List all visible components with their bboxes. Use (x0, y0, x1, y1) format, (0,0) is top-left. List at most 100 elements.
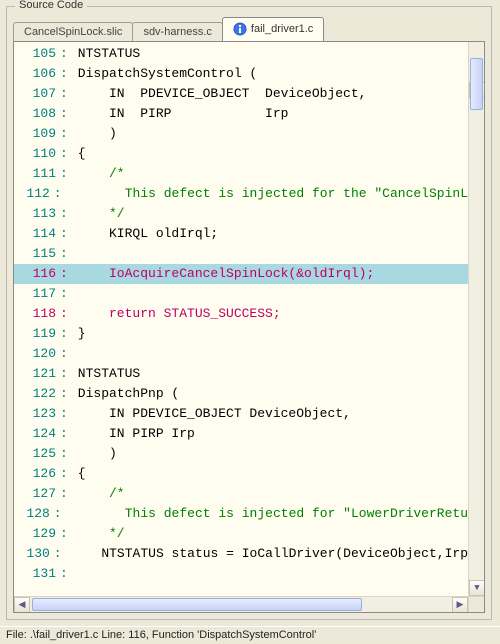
line-text: /* (70, 164, 125, 184)
line-colon: : (60, 424, 70, 444)
line-text: NTSTATUS status = IoCallDriver(DeviceObj… (62, 544, 468, 564)
line-number: 125 (14, 444, 60, 464)
line-colon: : (60, 524, 70, 544)
line-colon: : (54, 544, 63, 564)
tab-sdv-harness[interactable]: sdv-harness.c (132, 22, 222, 42)
scroll-down-arrow-icon[interactable]: ▼ (469, 580, 484, 596)
vertical-scroll-thumb[interactable] (470, 58, 483, 110)
code-line[interactable]: 107: IN PDEVICE_OBJECT DeviceObject, (14, 84, 468, 104)
scroll-right-arrow-icon[interactable]: ▶ (452, 597, 468, 612)
line-colon: : (60, 64, 70, 84)
code-line[interactable]: 108: IN PIRP Irp (14, 104, 468, 124)
code-line[interactable]: 113: */ (14, 204, 468, 224)
line-number: 117 (14, 284, 60, 304)
line-colon: : (60, 484, 70, 504)
line-text: This defect is injected for the "CancelS… (62, 184, 468, 204)
line-colon: : (60, 104, 70, 124)
code-area: 105: NTSTATUS106: DispatchSystemControl … (13, 41, 485, 613)
code-line[interactable]: 105: NTSTATUS (14, 44, 468, 64)
line-colon: : (60, 44, 70, 64)
code-line[interactable]: 120: (14, 344, 468, 364)
code-line[interactable]: 112: This defect is injected for the "Ca… (14, 184, 468, 204)
horizontal-scroll-track[interactable] (30, 597, 452, 612)
code-line[interactable]: 116: IoAcquireCancelSpinLock(&oldIrql); (14, 264, 468, 284)
line-number: 108 (14, 104, 60, 124)
line-number: 118 (14, 304, 60, 324)
line-colon: : (60, 224, 70, 244)
line-colon: : (54, 184, 63, 204)
status-bar: File: .\fail_driver1.c Line: 116, Functi… (0, 626, 500, 644)
line-number: 106 (14, 64, 60, 84)
line-text (70, 284, 78, 304)
code-line[interactable]: 118: return STATUS_SUCCESS; (14, 304, 468, 324)
code-line[interactable]: 114: KIRQL oldIrql; (14, 224, 468, 244)
line-number: 119 (14, 324, 60, 344)
horizontal-scroll-thumb[interactable] (32, 598, 362, 611)
code-line[interactable]: 109: ) (14, 124, 468, 144)
tab-strip: CancelSpinLock.slic sdv-harness.c fail_d… (7, 7, 491, 41)
line-colon: : (60, 564, 70, 584)
line-colon: : (60, 264, 70, 284)
line-colon: : (60, 164, 70, 184)
line-colon: : (60, 464, 70, 484)
line-text: IN PIRP Irp (70, 424, 195, 444)
code-line[interactable]: 127: /* (14, 484, 468, 504)
line-number: 112 (14, 184, 54, 204)
line-text: /* (70, 484, 125, 504)
code-line[interactable]: 115: (14, 244, 468, 264)
code-line[interactable]: 128: This defect is injected for "LowerD… (14, 504, 468, 524)
line-number: 126 (14, 464, 60, 484)
line-number: 107 (14, 84, 60, 104)
line-colon: : (60, 444, 70, 464)
line-number: 123 (14, 404, 60, 424)
line-text: NTSTATUS (70, 364, 140, 384)
code-line[interactable]: 121: NTSTATUS (14, 364, 468, 384)
line-text (70, 244, 78, 264)
code-line[interactable]: 130: NTSTATUS status = IoCallDriver(Devi… (14, 544, 468, 564)
line-colon: : (60, 284, 70, 304)
line-text: */ (70, 524, 125, 544)
panel-title: Source Code (15, 0, 87, 11)
line-text: IoAcquireCancelSpinLock(&oldIrql); (70, 264, 374, 284)
tab-fail-driver1[interactable]: fail_driver1.c (222, 17, 324, 41)
tab-cancelspinlock[interactable]: CancelSpinLock.slic (13, 22, 133, 42)
code-line[interactable]: 122: DispatchPnp ( (14, 384, 468, 404)
scroll-left-arrow-icon[interactable]: ◀ (14, 597, 30, 612)
line-colon: : (60, 84, 70, 104)
code-line[interactable]: 117: (14, 284, 468, 304)
code-line[interactable]: 106: DispatchSystemControl ( (14, 64, 468, 84)
code-line[interactable]: 126: { (14, 464, 468, 484)
vertical-scroll-track[interactable] (469, 58, 484, 580)
code-line[interactable]: 131: (14, 564, 468, 584)
line-text: This defect is injected for "LowerDriver… (62, 504, 468, 524)
line-number: 129 (14, 524, 60, 544)
line-colon: : (60, 204, 70, 224)
code-line[interactable]: 129: */ (14, 524, 468, 544)
code-viewport[interactable]: 105: NTSTATUS106: DispatchSystemControl … (14, 42, 484, 612)
code-line[interactable]: 125: ) (14, 444, 468, 464)
scroll-corner (468, 596, 484, 612)
line-text: { (70, 464, 86, 484)
code-line[interactable]: 123: IN PDEVICE_OBJECT DeviceObject, (14, 404, 468, 424)
code-line[interactable]: 110: { (14, 144, 468, 164)
line-number: 120 (14, 344, 60, 364)
line-number: 111 (14, 164, 60, 184)
line-number: 115 (14, 244, 60, 264)
line-colon: : (60, 324, 70, 344)
line-text: NTSTATUS (70, 44, 140, 64)
line-colon: : (54, 504, 63, 524)
code-line[interactable]: 124: IN PIRP Irp (14, 424, 468, 444)
line-colon: : (60, 144, 70, 164)
code-line[interactable]: 119: } (14, 324, 468, 344)
code-line[interactable]: 111: /* (14, 164, 468, 184)
line-text: DispatchPnp ( (70, 384, 179, 404)
line-number: 124 (14, 424, 60, 444)
vertical-scrollbar[interactable]: ▲ ▼ (468, 42, 484, 596)
tab-label: CancelSpinLock.slic (24, 26, 122, 38)
line-number: 128 (14, 504, 54, 524)
horizontal-scrollbar[interactable]: ◀ ▶ (14, 596, 468, 612)
line-number: 122 (14, 384, 60, 404)
source-code-panel: Source Code CancelSpinLock.slic sdv-harn… (6, 6, 492, 620)
tab-label: sdv-harness.c (143, 26, 211, 38)
line-colon: : (60, 384, 70, 404)
